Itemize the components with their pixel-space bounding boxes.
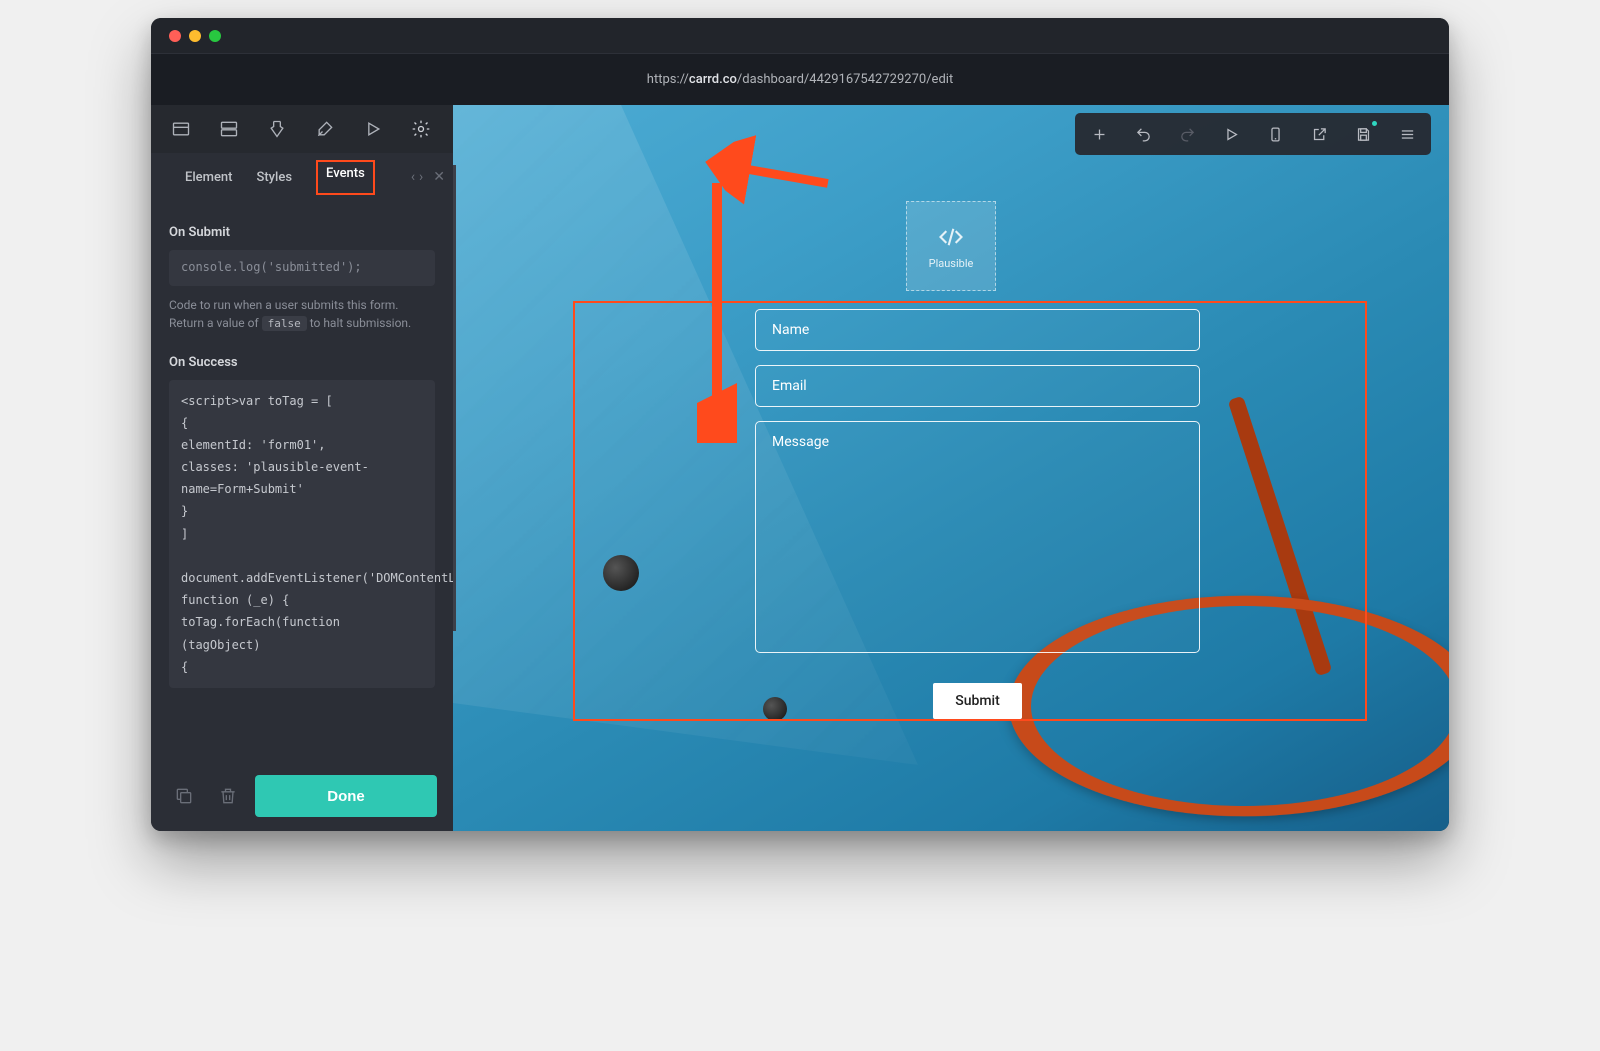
panel-footer: Done [151, 761, 453, 831]
left-toolbar [151, 105, 453, 153]
on-submit-input[interactable]: console.log('submitted'); [169, 250, 435, 286]
close-icon[interactable] [169, 30, 181, 42]
gear-icon[interactable] [397, 105, 445, 153]
panel-body: On Submit console.log('submitted'); Code… [151, 201, 453, 761]
redo-icon[interactable] [1167, 117, 1207, 151]
tab-element[interactable]: Element [185, 160, 232, 195]
unsaved-indicator [1372, 121, 1377, 126]
code-icon [937, 223, 965, 251]
message-field[interactable]: Message [755, 421, 1200, 653]
annotation-arrow-events [697, 173, 737, 447]
zoom-icon[interactable] [209, 30, 221, 42]
url-toolbar: https://carrd.co/dashboard/4429167542729… [151, 53, 1449, 105]
on-success-label: On Success [169, 355, 435, 370]
play-icon[interactable] [349, 105, 397, 153]
submit-button[interactable]: Submit [933, 683, 1022, 719]
titlebar: ◈ Plausible · My Sites · Dashboard [151, 18, 1449, 53]
contact-form: Name Email Message Submit [755, 309, 1200, 719]
mobile-icon[interactable] [1255, 117, 1295, 151]
panel-nav-arrows: ‹ › ✕ [411, 169, 445, 185]
panel-tabs: Element Styles Events [167, 160, 393, 195]
on-submit-help: Code to run when a user submits this for… [169, 296, 435, 333]
resize-handle[interactable] [453, 165, 456, 631]
embed-block[interactable]: Plausible [906, 201, 996, 291]
app-area: Element Styles Events ‹ › ✕ On Submit co… [151, 105, 1449, 831]
tab-events[interactable]: Events [316, 160, 375, 195]
menu-icon[interactable] [1387, 117, 1427, 151]
traffic-lights [169, 30, 221, 42]
on-success-input[interactable]: <script>var toTag = [ { elementId: 'form… [169, 380, 435, 688]
browser-window: ◈ Plausible · My Sites · Dashboard https… [151, 18, 1449, 831]
undo-icon[interactable] [1123, 117, 1163, 151]
tab-styles[interactable]: Styles [256, 160, 292, 195]
trash-icon[interactable] [211, 779, 245, 813]
duplicate-icon[interactable] [167, 779, 201, 813]
canvas-toolbar [1075, 113, 1431, 155]
panel-next-icon[interactable]: › [419, 169, 423, 185]
sidebar-panel: Element Styles Events ‹ › ✕ On Submit co… [151, 105, 453, 831]
preview-icon[interactable] [1211, 117, 1251, 151]
content-icon[interactable] [157, 105, 205, 153]
add-icon[interactable] [1079, 117, 1119, 151]
section-icon[interactable] [205, 105, 253, 153]
embed-label: Plausible [929, 257, 974, 270]
minimize-icon[interactable] [189, 30, 201, 42]
form-selection[interactable]: Name Email Message Submit [573, 301, 1367, 721]
save-icon[interactable] [1343, 117, 1383, 151]
style-icon[interactable] [301, 105, 349, 153]
interaction-icon[interactable] [253, 105, 301, 153]
email-field[interactable]: Email [755, 365, 1200, 407]
panel-prev-icon[interactable]: ‹ [411, 169, 415, 185]
on-submit-label: On Submit [169, 225, 435, 240]
url-bar[interactable]: https://carrd.co/dashboard/4429167542729… [647, 72, 953, 87]
canvas[interactable]: Plausible Name Email Message Submit [453, 105, 1449, 831]
done-button[interactable]: Done [255, 775, 437, 817]
open-icon[interactable] [1299, 117, 1339, 151]
name-field[interactable]: Name [755, 309, 1200, 351]
panel-close-icon[interactable]: ✕ [433, 169, 445, 185]
